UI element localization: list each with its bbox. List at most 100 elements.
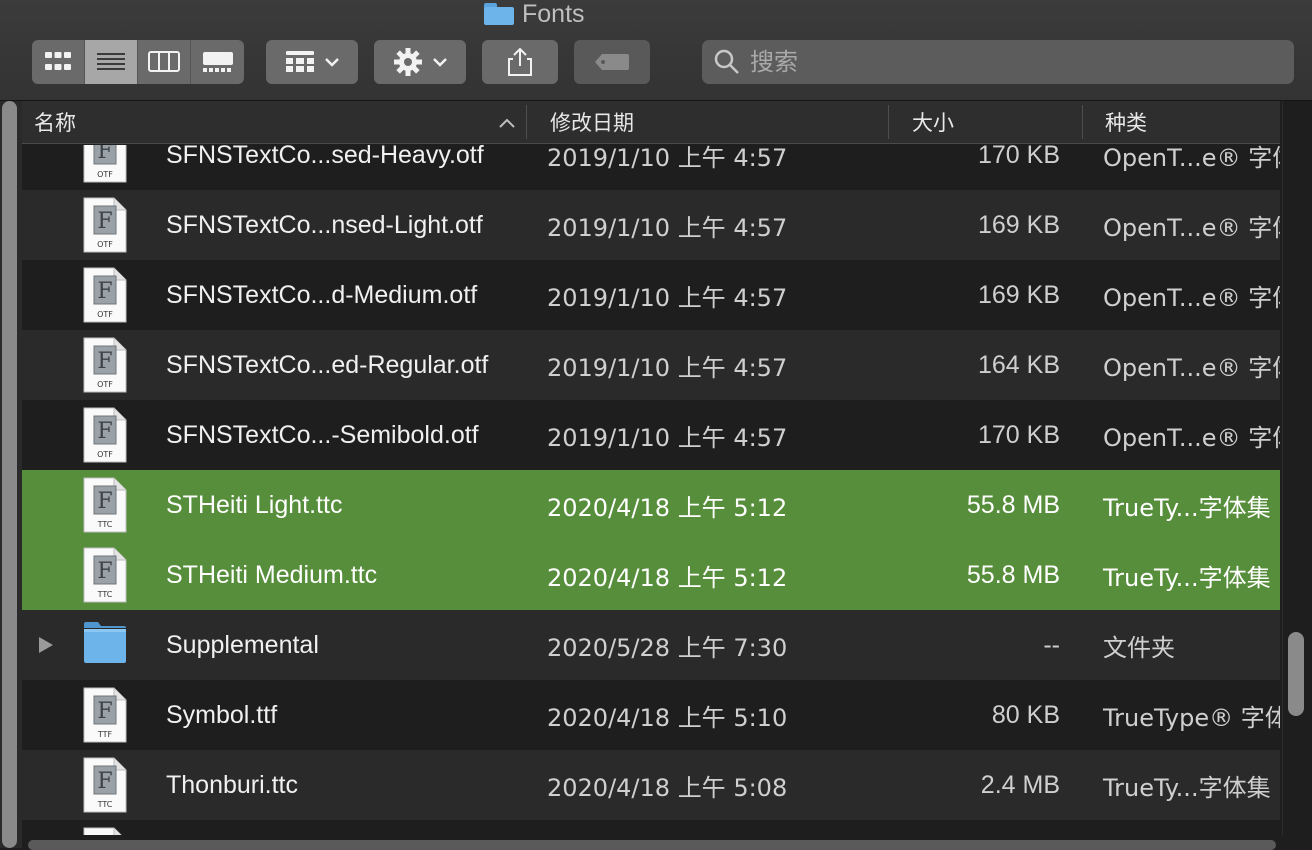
row-date: 2019/1/10 上午 4:57 xyxy=(547,145,788,172)
row-size: 170 KB xyxy=(977,420,1060,449)
font-file-icon: F OTF xyxy=(83,407,127,463)
row-date: 2020/4/18 上午 5:12 xyxy=(547,563,788,592)
file-rows: F OTF SFNSTextCo...sed-Heavy.otf 2019/1/10 … xyxy=(22,145,1280,835)
disclosure-triangle-icon[interactable] xyxy=(38,635,54,655)
column-header-name[interactable]: 名称 xyxy=(34,101,76,143)
row-date: 2020/4/18 上午 5:12 xyxy=(547,493,788,522)
svg-text:F: F xyxy=(97,145,112,164)
file-row[interactable]: F TTF Symbol.ttf 2020/4/18 上午 5:10 80 KB True… xyxy=(22,680,1280,750)
svg-text:OTF: OTF xyxy=(97,240,113,249)
row-kind: TrueTy...字体集 xyxy=(1103,563,1271,592)
svg-text:TTC: TTC xyxy=(97,590,113,599)
toolbar: Fonts xyxy=(0,0,1312,101)
row-size: 170 KB xyxy=(977,145,1060,169)
row-kind: OpenT...e® 字体 xyxy=(1103,213,1280,242)
row-size: 55.8 MB xyxy=(966,560,1060,589)
file-row[interactable]: F TTC STHeiti Medium.ttc 2020/4/18 上午 5:12 5… xyxy=(22,540,1280,610)
file-row[interactable]: F OTF SFNSTextCo...ed-Regular.otf 2019/1/10… xyxy=(22,330,1280,400)
column-header-date[interactable]: 修改日期 xyxy=(550,101,634,143)
font-file-icon: FTTF xyxy=(83,827,122,835)
column-divider[interactable] xyxy=(1082,105,1083,139)
row-name: SFNSTextCo...-Semibold.otf xyxy=(166,420,479,449)
vertical-scrollbar[interactable] xyxy=(1282,101,1312,836)
svg-text:OTF: OTF xyxy=(97,380,113,389)
column-divider[interactable] xyxy=(888,105,889,139)
sort-ascending-icon[interactable] xyxy=(494,109,520,135)
row-size: 80 KB xyxy=(991,700,1060,729)
group-button[interactable] xyxy=(266,40,358,84)
row-kind: OpenT...e® 字体 xyxy=(1103,145,1280,172)
action-button[interactable] xyxy=(374,40,466,84)
file-row[interactable]: FTTF xyxy=(22,820,1280,835)
row-size: 169 KB xyxy=(977,210,1060,239)
column-divider[interactable] xyxy=(526,105,527,139)
row-name: SFNSTextCo...ed-Regular.otf xyxy=(166,350,489,379)
row-name: STHeiti Light.ttc xyxy=(166,490,343,519)
window-title: Fonts xyxy=(484,0,585,28)
row-size: 2.4 MB xyxy=(980,770,1060,799)
font-file-icon: FTTF xyxy=(83,687,127,743)
svg-text:F: F xyxy=(97,279,112,304)
row-kind: TrueType® 字体 xyxy=(1103,703,1280,732)
file-row[interactable]: F OTF SFNSTextCo...-Semibold.otf 2019/1/10 … xyxy=(22,400,1280,470)
svg-text:F: F xyxy=(97,769,112,794)
file-row[interactable]: F OTF SFNSTextCo...d-Medium.otf 2019/1/10 上… xyxy=(22,260,1280,330)
row-size: -- xyxy=(1043,630,1060,659)
file-row[interactable]: F OTF SFNSTextCo...sed-Heavy.otf 2019/1/10 … xyxy=(22,145,1280,190)
row-date: 2020/4/18 上午 5:08 xyxy=(547,773,788,802)
svg-text:F: F xyxy=(97,489,112,514)
row-kind: OpenT...e® 字体 xyxy=(1103,423,1280,452)
sidebar-scroll-thumb[interactable] xyxy=(2,101,17,848)
icon-view-icon xyxy=(45,52,71,70)
file-row[interactable]: F TTC STHeiti Light.ttc 2020/4/18 上午 5:12 55… xyxy=(22,470,1280,540)
svg-text:F: F xyxy=(97,349,112,374)
gallery-view-icon xyxy=(202,52,233,72)
window-title-text: Fonts xyxy=(522,0,585,28)
svg-text:TTC: TTC xyxy=(97,800,113,809)
file-row[interactable]: Supplemental 2020/5/28 上午 7:30 -- 文件夹 xyxy=(22,610,1280,680)
file-row[interactable]: F OTF SFNSTextCo...nsed-Light.otf 2019/1/10… xyxy=(22,190,1280,260)
row-kind: OpenT...e® 字体 xyxy=(1103,353,1280,382)
font-file-icon: F OTF xyxy=(83,337,127,393)
font-file-icon: F TTC xyxy=(83,547,127,603)
list-view-icon xyxy=(97,53,125,70)
row-date: 2020/4/18 上午 5:10 xyxy=(547,703,788,732)
row-name: Thonburi.ttc xyxy=(166,770,299,799)
gear-icon xyxy=(394,48,422,76)
column-header-size[interactable]: 大小 xyxy=(912,101,954,143)
row-name: SFNSTextCo...d-Medium.otf xyxy=(166,280,478,309)
font-file-icon: F OTF xyxy=(83,145,127,183)
svg-text:TTC: TTC xyxy=(97,520,113,529)
row-kind: OpenT...e® 字体 xyxy=(1103,283,1280,312)
icon-view-button[interactable] xyxy=(32,40,85,84)
row-size: 169 KB xyxy=(977,280,1060,309)
horizontal-scroll-thumb[interactable] xyxy=(28,840,1276,850)
font-file-icon: F OTF xyxy=(83,197,127,253)
row-date: 2019/1/10 上午 4:57 xyxy=(547,423,788,452)
list-header: 名称 修改日期 大小 种类 xyxy=(22,101,1280,144)
svg-text:OTF: OTF xyxy=(97,450,113,459)
view-mode-segmented-control xyxy=(32,40,244,84)
column-header-kind[interactable]: 种类 xyxy=(1105,101,1147,143)
column-view-icon xyxy=(148,51,180,72)
search-input[interactable] xyxy=(748,47,1272,77)
search-field[interactable] xyxy=(702,40,1294,84)
vertical-scroll-thumb[interactable] xyxy=(1288,632,1304,716)
row-name: STHeiti Medium.ttc xyxy=(166,560,378,589)
list-view-button[interactable] xyxy=(85,40,138,84)
font-file-icon: F TTC xyxy=(83,477,127,533)
svg-text:OTF: OTF xyxy=(97,170,113,179)
row-name: Symbol.ttf xyxy=(166,700,278,729)
share-button[interactable] xyxy=(482,40,558,84)
file-row[interactable]: F TTC Thonburi.ttc 2020/4/18 上午 5:08 2.4 MB T… xyxy=(22,750,1280,820)
gallery-view-button[interactable] xyxy=(191,40,244,84)
tag-button[interactable] xyxy=(574,40,650,84)
svg-text:F: F xyxy=(97,559,112,584)
row-kind: TrueTy...字体集 xyxy=(1103,773,1271,802)
row-date: 2019/1/10 上午 4:57 xyxy=(547,213,788,242)
row-kind: TrueTy...字体集 xyxy=(1103,493,1271,522)
tag-icon xyxy=(595,54,629,70)
svg-text:F: F xyxy=(97,419,112,444)
row-kind: 文件夹 xyxy=(1103,633,1175,662)
column-view-button[interactable] xyxy=(138,40,191,84)
